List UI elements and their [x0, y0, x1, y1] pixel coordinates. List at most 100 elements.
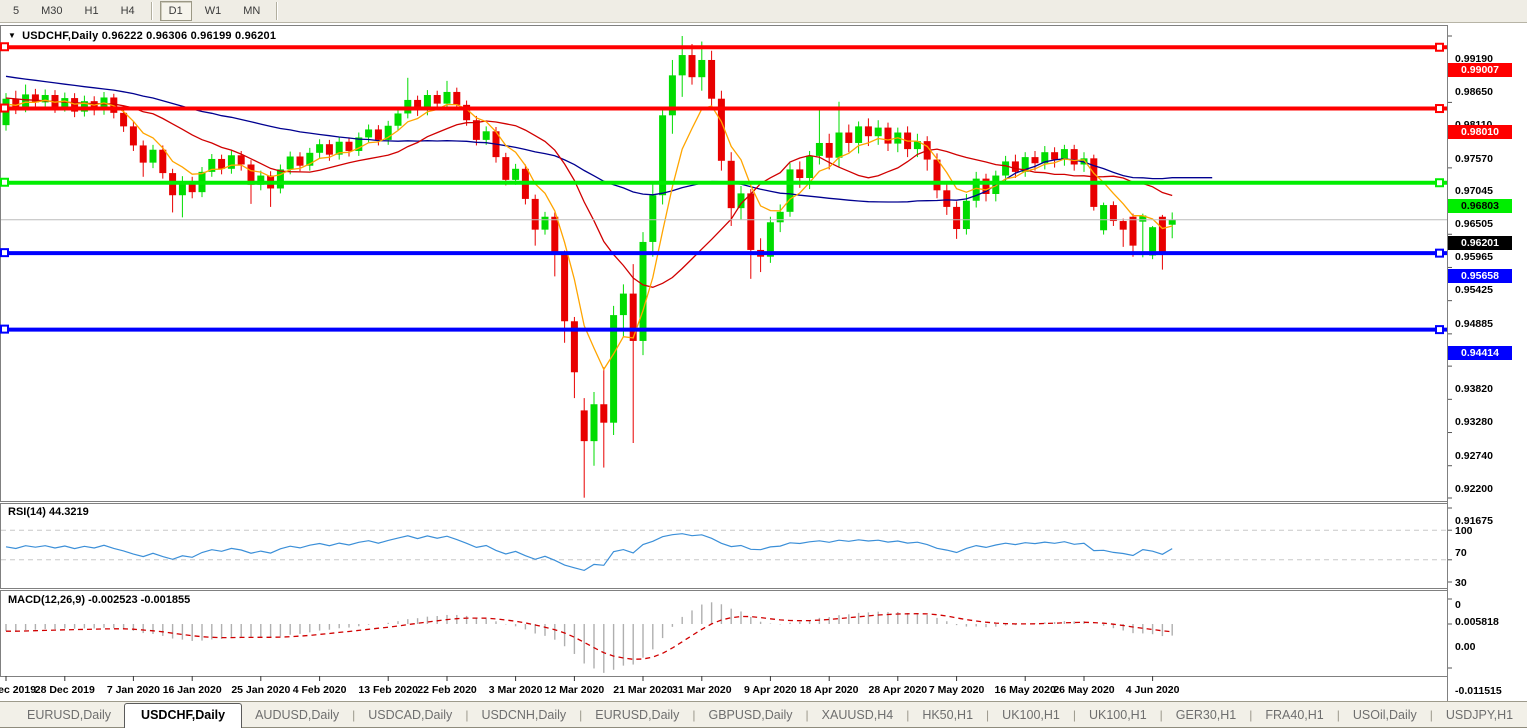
rsi-axis-label: 70 [1455, 547, 1467, 560]
candle-up [855, 126, 863, 143]
candle-down [747, 193, 755, 250]
date-axis-label: 25 Jan 2020 [231, 684, 291, 696]
price-axis-label: 0.93820 [1455, 383, 1493, 396]
candle-up [962, 200, 970, 230]
timeframe-button-mn[interactable]: MN [234, 1, 269, 21]
candle-down [1119, 221, 1127, 230]
candle-down [864, 126, 872, 137]
chart-tab-usdcad[interactable]: USDCAD,Daily [355, 704, 465, 727]
candle-up [698, 59, 706, 78]
price-axis-label: 0.92740 [1455, 449, 1493, 462]
candle-down [629, 293, 637, 341]
date-axis-label: 21 Mar 2020 [613, 684, 673, 696]
rsi-indicator-label: RSI(14) 44.3219 [8, 506, 89, 518]
date-axis-label: 31 Mar 2020 [672, 684, 732, 696]
chart-tab-eurusd[interactable]: EURUSD,Daily [582, 704, 692, 727]
line-handle [1435, 325, 1444, 335]
candle-down [825, 142, 833, 158]
rsi-axis-label: 100 [1455, 525, 1473, 537]
price-badge: 0.96803 [1448, 198, 1512, 213]
chart-tab-audusd[interactable]: AUDUSD,Daily [242, 704, 352, 727]
price-axis-label: 0.92200 [1455, 482, 1493, 495]
symbol-info-line: ▼ USDCHF,Daily 0.96222 0.96306 0.96199 0… [8, 30, 276, 42]
date-axis-label: 18 Apr 2020 [799, 684, 859, 696]
candle-down [325, 144, 333, 155]
chart-tab-xauusd[interactable]: XAUUSD,H4 [809, 704, 907, 727]
candle-down [1011, 161, 1019, 172]
date-axis-label: 26 May 2020 [1053, 684, 1115, 696]
candle-up [1002, 161, 1010, 176]
timeframe-button-d1[interactable]: D1 [159, 1, 192, 21]
chart-tab-eurusd[interactable]: EURUSD,Daily [14, 704, 124, 727]
candle-down [296, 156, 304, 166]
macd-axis-label: 0.00 [1455, 641, 1476, 653]
price-axis-label: 0.95425 [1455, 284, 1493, 297]
candle-down [1051, 152, 1059, 160]
timeframe-button-5[interactable]: 5 [4, 1, 28, 21]
toolbar-separator [150, 2, 153, 20]
timeframe-button-h1[interactable]: H1 [76, 1, 108, 21]
candle-down [580, 410, 588, 442]
line-handle [1435, 104, 1444, 114]
candle-down [345, 141, 353, 151]
candle-down [218, 158, 226, 169]
chart-tab-uk100[interactable]: UK100,H1 [989, 704, 1073, 727]
candle-up [365, 129, 373, 138]
candle-up [443, 91, 451, 104]
trading-terminal: 5 M30 H1 H4 D1 W1 MN ▼ USDCHF,Daily 0.96222 0.… [0, 0, 1527, 728]
chart-tab-hk50[interactable]: HK50,H1 [909, 704, 986, 727]
chart-canvas[interactable] [0, 23, 1527, 701]
candle-up [276, 169, 284, 189]
candle-down [796, 169, 804, 179]
candle-up [1100, 205, 1108, 231]
candle-up [619, 293, 627, 316]
candle-up [286, 156, 294, 170]
rsi-axis-label: 0 [1455, 599, 1461, 611]
candle-up [678, 55, 686, 76]
line-handle [1435, 42, 1444, 52]
candle-down [1129, 216, 1137, 246]
candle-down [433, 95, 441, 104]
date-axis-label: 22 Feb 2020 [417, 684, 477, 696]
line-handle [1435, 248, 1444, 258]
candle-up [786, 169, 794, 212]
price-axis-label: 0.94885 [1455, 317, 1493, 330]
timeframe-button-m30[interactable]: M30 [32, 1, 71, 21]
price-axis-label: 0.97045 [1455, 184, 1493, 197]
price-badge: 0.98010 [1448, 124, 1512, 139]
date-axis-label: 16 Jan 2020 [162, 684, 222, 696]
date-axis-label: 7 Jan 2020 [106, 684, 160, 696]
chart-tab-usdjpy[interactable]: USDJPY,H1 [1433, 704, 1526, 727]
chart-window[interactable]: ▼ USDCHF,Daily 0.96222 0.96306 0.96199 0… [0, 23, 1527, 701]
chart-tab-gbpusd[interactable]: GBPUSD,Daily [695, 704, 805, 727]
candle-up [316, 144, 324, 153]
candle-down [1031, 157, 1039, 164]
price-badge: 0.95658 [1448, 269, 1512, 284]
line-handle [1435, 178, 1444, 188]
candle-up [776, 211, 784, 223]
candle-down [453, 91, 461, 105]
chart-tab-usdcnh[interactable]: USDCNH,Daily [468, 704, 579, 727]
candle-down [237, 155, 245, 165]
candle-down [139, 145, 147, 163]
symbol-dropdown-icon[interactable]: ▼ [8, 31, 16, 40]
chart-tab-ger30[interactable]: GER30,H1 [1163, 704, 1249, 727]
chart-tab-usdchf-active[interactable]: USDCHF,Daily [124, 703, 243, 728]
candle-down [1070, 149, 1078, 165]
candle-up [590, 404, 598, 442]
timeframe-button-w1[interactable]: W1 [196, 1, 231, 21]
candle-down [708, 59, 716, 99]
date-axis-label: 28 Apr 2020 [868, 684, 928, 696]
candle-up [835, 132, 843, 158]
timeframe-button-h4[interactable]: H4 [112, 1, 144, 21]
price-badge: 0.99007 [1448, 63, 1512, 78]
candle-down [1109, 205, 1117, 222]
chart-tab-usoil[interactable]: USOil,Daily [1340, 704, 1430, 727]
candle-down [159, 149, 167, 174]
candle-up [815, 142, 823, 156]
chart-tab-uk100[interactable]: UK100,H1 [1076, 704, 1160, 727]
price-axis-label: 0.93280 [1455, 416, 1493, 429]
price-axis-label: 0.98650 [1455, 86, 1493, 99]
candle-up [649, 195, 657, 242]
chart-tab-fra40[interactable]: FRA40,H1 [1252, 704, 1336, 727]
